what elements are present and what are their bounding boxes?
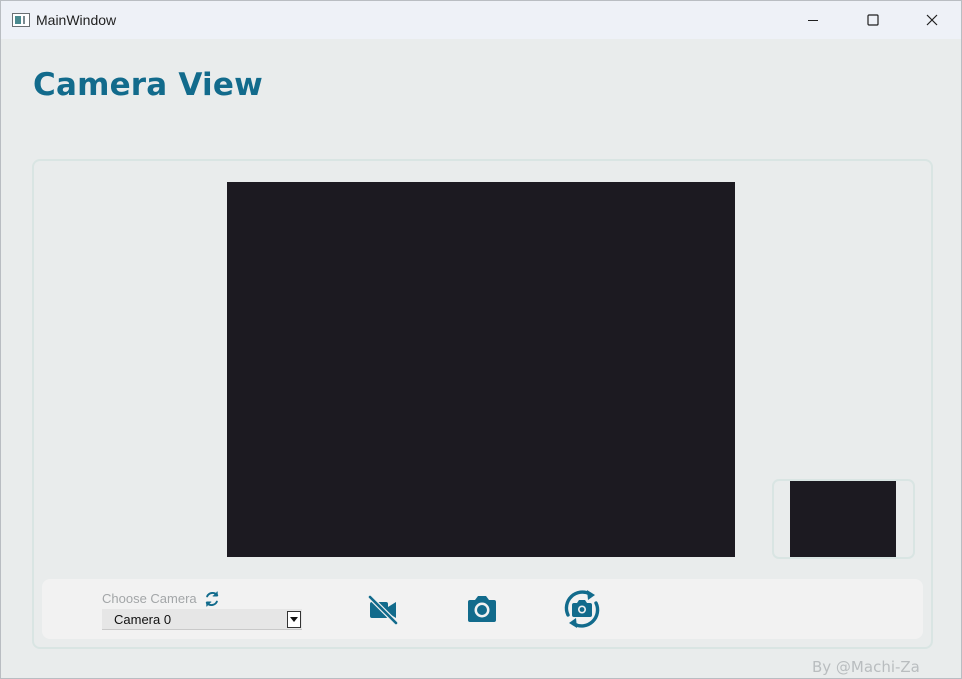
minimize-icon	[808, 20, 818, 21]
window-app-icon	[12, 13, 30, 27]
close-icon	[926, 14, 938, 26]
capture-photo-button[interactable]	[460, 587, 504, 631]
camera-off-button[interactable]	[360, 587, 404, 631]
refresh-icon[interactable]	[203, 590, 221, 608]
title-bar[interactable]: MainWindow	[1, 1, 961, 39]
main-window: MainWindow Camera View Choose Camera Cam…	[0, 0, 962, 679]
switch-camera-button[interactable]	[560, 587, 604, 631]
camera-select[interactable]: Camera 0	[102, 609, 302, 630]
page-title: Camera View	[33, 67, 263, 103]
maximize-button[interactable]	[850, 1, 896, 39]
captured-thumbnail[interactable]	[790, 481, 896, 557]
camera-icon	[468, 596, 496, 622]
window-title: MainWindow	[36, 12, 117, 28]
maximize-icon	[867, 14, 879, 26]
camera-select-value: Camera 0	[114, 612, 172, 627]
camera-rotate-icon	[564, 590, 600, 628]
camera-feed-view	[227, 182, 735, 557]
dropdown-arrow-icon[interactable]	[287, 611, 301, 628]
close-button[interactable]	[909, 1, 955, 39]
author-credit: By @Machi-Za	[812, 658, 920, 676]
choose-camera-label: Choose Camera	[102, 591, 197, 606]
minimize-button[interactable]	[790, 1, 836, 39]
video-off-icon	[367, 594, 399, 626]
